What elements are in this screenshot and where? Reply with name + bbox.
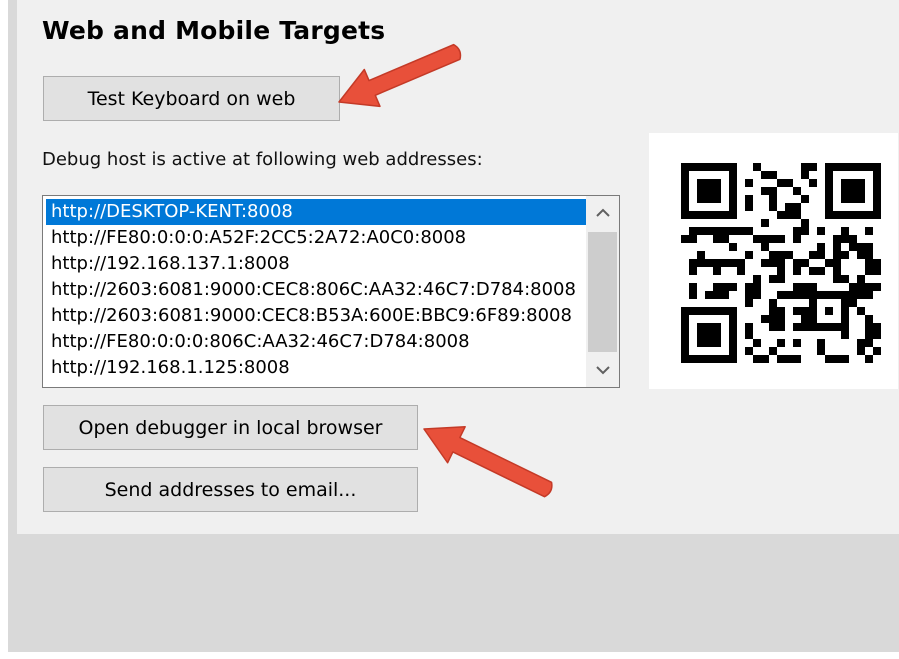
address-item[interactable]: http://FE80:0:0:0:806C:AA32:46C7:D784:80… xyxy=(46,329,586,355)
address-listbox[interactable]: http://DESKTOP-KENT:8008 http://FE80:0:0… xyxy=(42,195,620,388)
test-keyboard-button[interactable]: Test Keyboard on web xyxy=(43,76,340,121)
address-item[interactable]: http://192.168.1.125:8008 xyxy=(46,355,586,381)
address-item[interactable]: http://FE80:0:0:0:A52F:2CC5:2A72:A0C0:80… xyxy=(46,225,586,251)
list-scrollbar[interactable] xyxy=(586,196,619,387)
section-title: Web and Mobile Targets xyxy=(42,16,386,45)
address-item[interactable]: http://2603:6081:9000:CEC8:806C:AA32:46C… xyxy=(46,277,586,303)
open-debugger-button[interactable]: Open debugger in local browser xyxy=(43,405,418,450)
address-list: http://DESKTOP-KENT:8008 http://FE80:0:0… xyxy=(46,199,586,381)
address-item[interactable]: http://DESKTOP-KENT:8008 xyxy=(46,199,586,225)
qr-code xyxy=(649,133,898,389)
address-item[interactable]: http://2603:6081:9000:CEC8:B53A:600E:BBC… xyxy=(46,303,586,329)
address-item[interactable]: http://192.168.137.1:8008 xyxy=(46,251,586,277)
debug-host-label: Debug host is active at following web ad… xyxy=(42,149,483,170)
scroll-up-button[interactable] xyxy=(586,196,619,230)
chevron-up-icon xyxy=(595,208,610,217)
chevron-down-icon xyxy=(595,366,610,375)
scroll-down-button[interactable] xyxy=(586,353,619,387)
send-addresses-button[interactable]: Send addresses to email... xyxy=(43,467,418,512)
qr-code-icon xyxy=(681,163,881,363)
scroll-thumb[interactable] xyxy=(588,232,617,352)
